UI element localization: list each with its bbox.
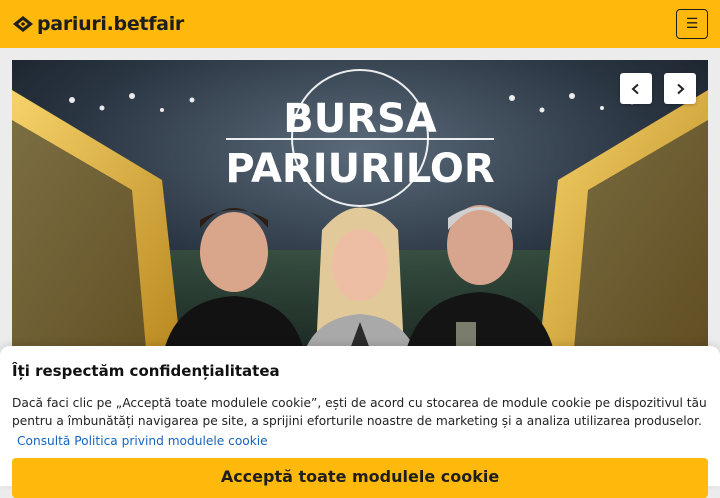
cookie-body-text: Dacă faci clic pe „Acceptă toate modulel…	[12, 396, 707, 428]
chevron-left-icon	[631, 83, 639, 94]
accept-all-cookies-button[interactable]: Acceptă toate modulele cookie	[12, 458, 708, 498]
banner-title-line1: BURSA	[283, 96, 437, 142]
carousel-next-button[interactable]	[664, 73, 696, 104]
cookie-policy-link[interactable]: Consultă Politica privind modulele cooki…	[17, 432, 268, 450]
carousel-prev-button[interactable]	[620, 73, 652, 104]
betfair-logo-icon	[13, 16, 33, 32]
cookie-consent-banner: Îți respectăm confidențialitatea Dacă fa…	[0, 346, 720, 498]
site-header: pariuri.betfair ☰	[0, 0, 720, 48]
chevron-right-icon	[677, 83, 685, 94]
hero-image: BURSA PARIURILOR	[12, 60, 708, 360]
logo-text: pariuri.betfair	[37, 13, 184, 35]
hero-banner[interactable]: BURSA PARIURILOR	[12, 60, 708, 360]
banner-title-line2: PARIURILOR	[225, 146, 494, 192]
logo[interactable]: pariuri.betfair	[12, 13, 184, 35]
cookie-title: Îți respectăm confidențialitatea	[12, 362, 280, 380]
hamburger-menu-icon: ☰	[685, 16, 699, 32]
menu-button[interactable]: ☰	[676, 9, 708, 39]
